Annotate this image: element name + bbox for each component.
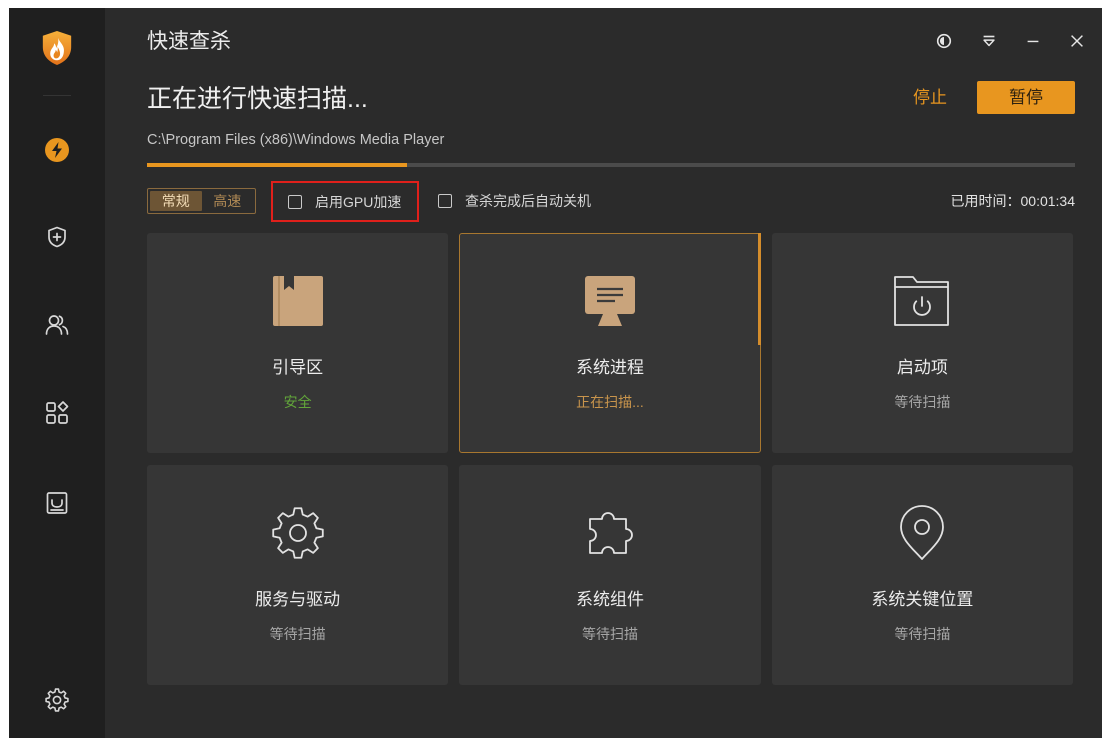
scan-card-startup-items[interactable]: 启动项 等待扫描 bbox=[771, 233, 1073, 453]
theme-button[interactable] bbox=[934, 31, 954, 51]
menu-button[interactable] bbox=[979, 31, 999, 51]
scan-card-key-locations[interactable]: 系统关键位置 等待扫描 bbox=[771, 465, 1073, 685]
scan-progress-bar bbox=[147, 163, 1075, 167]
mode-option-normal[interactable]: 常规 bbox=[150, 191, 202, 211]
sidebar-item-users[interactable] bbox=[9, 305, 105, 345]
elapsed-time-label: 已用时间： bbox=[950, 193, 1021, 209]
logo-icon bbox=[42, 31, 72, 65]
sidebar-item-settings[interactable] bbox=[9, 680, 105, 720]
sidebar-divider bbox=[43, 95, 71, 96]
folder-power-icon bbox=[894, 276, 950, 326]
card-label: 启动项 bbox=[896, 358, 948, 377]
sidebar bbox=[9, 8, 105, 738]
card-icon-container bbox=[460, 505, 759, 561]
scan-card-system-processes[interactable]: 系统进程 正在扫描... bbox=[459, 233, 761, 453]
minimize-icon bbox=[1027, 40, 1039, 43]
card-icon-container bbox=[773, 273, 1072, 329]
sidebar-item-apps[interactable] bbox=[9, 393, 105, 433]
auto-shutdown-label: 查杀完成后自动关机 bbox=[465, 193, 591, 209]
inbox-icon bbox=[46, 492, 68, 514]
puzzle-icon bbox=[589, 512, 633, 554]
mode-option-fast[interactable]: 高速 bbox=[202, 191, 254, 211]
location-pin-icon bbox=[900, 505, 945, 560]
lightning-icon bbox=[45, 138, 69, 162]
elapsed-time: 已用时间：00:01:34 bbox=[951, 192, 1076, 210]
pause-button[interactable]: 暂停 bbox=[977, 81, 1075, 114]
auto-shutdown-checkbox[interactable] bbox=[438, 194, 452, 208]
card-label: 系统关键位置 bbox=[871, 590, 974, 609]
scan-heading: 正在进行快速扫描... bbox=[147, 85, 368, 113]
gpu-highlight-box: 启用GPU加速 bbox=[271, 181, 419, 222]
current-scan-path: C:\Program Files (x86)\Windows Media Pla… bbox=[147, 132, 445, 148]
card-status: 正在扫描... bbox=[576, 394, 644, 410]
close-button[interactable] bbox=[1067, 31, 1087, 51]
settings-icon bbox=[45, 688, 69, 712]
card-label: 系统进程 bbox=[575, 358, 644, 377]
auto-shutdown-option[interactable]: 查杀完成后自动关机 bbox=[438, 192, 591, 210]
gpu-acceleration-checkbox[interactable] bbox=[288, 194, 302, 209]
shield-plus-icon bbox=[48, 226, 66, 248]
card-label: 引导区 bbox=[272, 358, 324, 377]
gear-icon bbox=[271, 507, 324, 559]
card-status: 等待扫描 bbox=[269, 626, 326, 642]
scan-mode-toggle: 常规 高速 bbox=[147, 188, 256, 214]
window-title: 快速查杀 bbox=[147, 30, 231, 53]
apps-icon bbox=[46, 401, 69, 424]
card-label: 服务与驱动 bbox=[255, 590, 341, 609]
minimize-button[interactable] bbox=[1023, 31, 1043, 51]
card-icon-container bbox=[148, 273, 447, 329]
sidebar-item-quick-scan[interactable] bbox=[9, 130, 105, 170]
gpu-acceleration-label: 启用GPU加速 bbox=[315, 193, 402, 210]
users-icon bbox=[45, 315, 69, 335]
menu-icon bbox=[983, 35, 995, 47]
close-icon bbox=[1071, 35, 1083, 47]
card-icon-container bbox=[460, 273, 759, 329]
scan-card-services-drivers[interactable]: 服务与驱动 等待扫描 bbox=[147, 465, 449, 685]
gpu-acceleration-option[interactable]: 启用GPU加速 bbox=[288, 193, 401, 211]
card-status: 等待扫描 bbox=[894, 394, 951, 410]
card-status: 等待扫描 bbox=[581, 626, 638, 642]
book-icon bbox=[272, 276, 323, 326]
scan-area-grid: 引导区 安全 系统进程 正在扫描... 启动项 等待扫描 服务与驱动 等待扫描 … bbox=[147, 233, 1073, 685]
scan-progress-fill bbox=[147, 163, 407, 167]
card-status: 等待扫描 bbox=[894, 626, 951, 642]
theme-icon bbox=[936, 33, 952, 49]
app-window: 快速查杀 正在进行快速扫描... 停止 暂停 C:\Program Files … bbox=[9, 8, 1102, 738]
card-status: 安全 bbox=[283, 394, 312, 410]
elapsed-time-value: 00:01:34 bbox=[1020, 193, 1076, 209]
app-logo bbox=[9, 28, 105, 68]
monitor-icon bbox=[584, 276, 635, 326]
card-icon-container bbox=[148, 505, 447, 561]
scan-card-boot-sector[interactable]: 引导区 安全 bbox=[147, 233, 449, 453]
stop-button[interactable]: 停止 bbox=[912, 87, 948, 109]
sidebar-item-protection[interactable] bbox=[9, 217, 105, 257]
card-icon-container bbox=[773, 505, 1072, 561]
card-label: 系统组件 bbox=[575, 590, 644, 609]
scan-card-system-components[interactable]: 系统组件 等待扫描 bbox=[459, 465, 761, 685]
sidebar-item-inbox[interactable] bbox=[9, 483, 105, 523]
